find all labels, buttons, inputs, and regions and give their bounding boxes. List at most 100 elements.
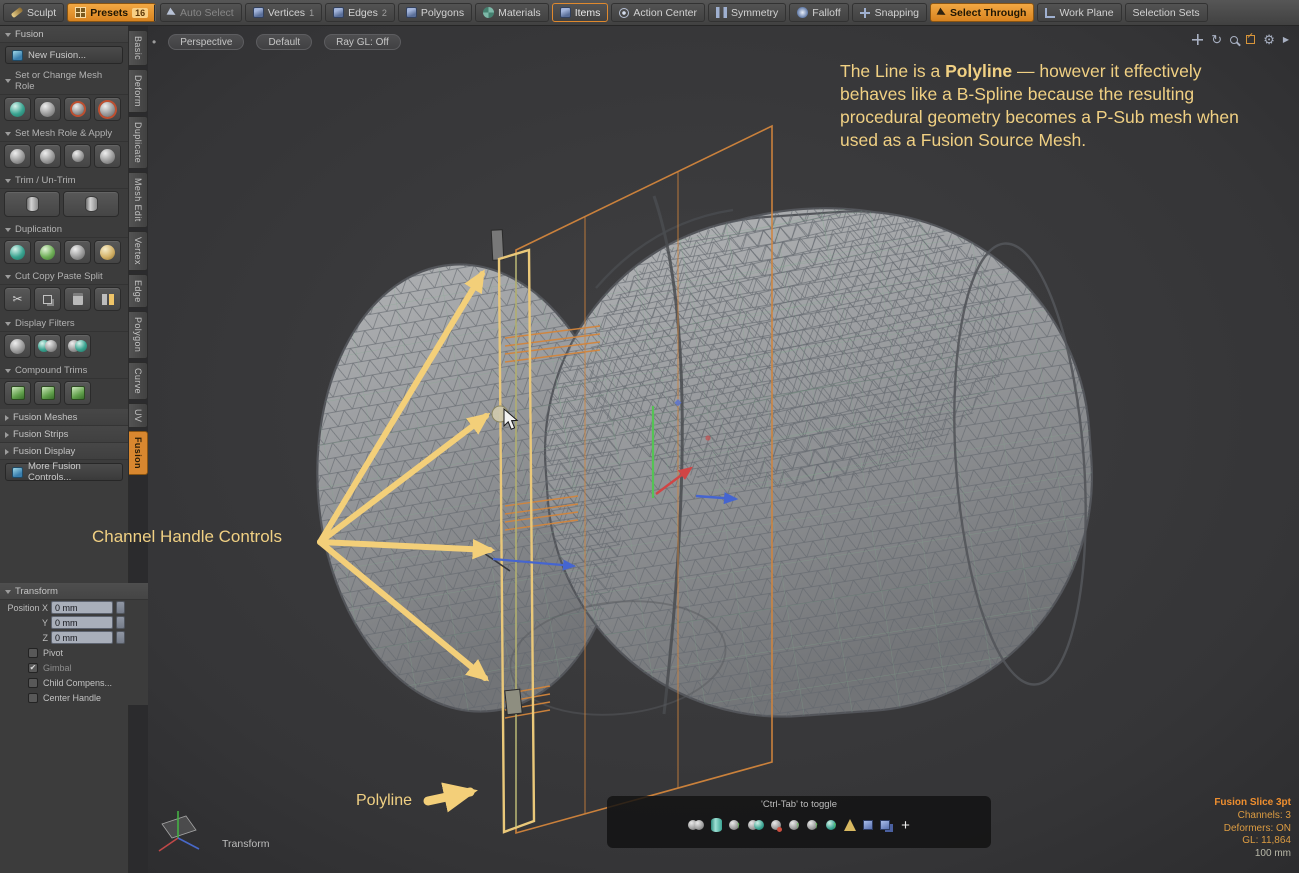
position-y-input[interactable] xyxy=(51,616,113,629)
display-filter-button-2[interactable] xyxy=(34,334,61,358)
tab-uv[interactable]: UV xyxy=(129,403,148,428)
fusion-popup-icon-10[interactable] xyxy=(863,814,873,836)
mesh-role-primary-button[interactable] xyxy=(4,97,31,121)
duplication-button-1[interactable] xyxy=(4,240,31,264)
untrim-button[interactable] xyxy=(63,191,119,217)
cut-button[interactable]: ✂ xyxy=(4,287,31,311)
display-filters-section-header[interactable]: Display Filters xyxy=(0,315,128,332)
toolbar-item-presets[interactable]: Presets 16 xyxy=(67,3,156,22)
fusion-popup-icon-2[interactable] xyxy=(711,814,722,836)
shading-mode-dropdown[interactable]: Default xyxy=(256,34,312,50)
more-fusion-controls-button[interactable]: More Fusion Controls... xyxy=(5,463,123,481)
new-fusion-button[interactable]: New Fusion... xyxy=(5,46,123,64)
fusion-popup-icon-5[interactable] xyxy=(771,814,782,836)
tab-edge[interactable]: Edge xyxy=(129,274,148,309)
value-stepper[interactable] xyxy=(116,601,125,614)
toolbar-item-sculpt[interactable]: Sculpt xyxy=(3,3,64,22)
compound-trim-button-2[interactable] xyxy=(34,381,61,405)
duplication-button-3[interactable] xyxy=(64,240,91,264)
toolbar-item-materials[interactable]: Materials xyxy=(475,3,549,22)
fusion-popup-icon-8[interactable]: ↑ xyxy=(826,814,838,836)
tab-curve[interactable]: Curve xyxy=(129,362,148,400)
role-apply-section-header[interactable]: Set Mesh Role & Apply xyxy=(0,125,128,142)
position-z-input[interactable] xyxy=(51,631,113,644)
mesh-role-trim-button[interactable] xyxy=(34,97,61,121)
polyline-bottom-handle[interactable] xyxy=(505,689,522,714)
toolbar-item-vertices[interactable]: Vertices 1 xyxy=(245,3,322,22)
paste-button[interactable] xyxy=(64,287,91,311)
fusion-section-header[interactable]: Fusion xyxy=(0,26,128,43)
add-tool-button[interactable]: + xyxy=(901,818,910,833)
mesh-role-subtract-button[interactable] xyxy=(64,97,91,121)
tab-vertex[interactable]: Vertex xyxy=(129,231,148,271)
tab-mesh-edit[interactable]: Mesh Edit xyxy=(129,172,148,228)
toolbar-item-symmetry[interactable]: Symmetry xyxy=(708,3,786,22)
toolbar-item-snapping[interactable]: Snapping xyxy=(852,3,927,22)
grid-size: 100 mm xyxy=(1214,848,1291,861)
fusion-popup-icon-1[interactable] xyxy=(688,814,704,836)
menu-dot-icon[interactable]: • xyxy=(152,36,156,48)
role-apply-button-2[interactable] xyxy=(34,144,61,168)
toolbar-item-edges[interactable]: Edges 2 xyxy=(325,3,395,22)
trim-section-header[interactable]: Trim / Un-Trim xyxy=(0,172,128,189)
fusion-strips-row[interactable]: Fusion Strips xyxy=(0,426,128,443)
toolbar-item-polygons[interactable]: Polygons xyxy=(398,3,472,22)
toolbar-item-selection-sets[interactable]: Selection Sets xyxy=(1125,3,1208,22)
role-apply-button-3[interactable] xyxy=(64,144,91,168)
toolbar-item-work-plane[interactable]: Work Plane xyxy=(1037,3,1121,22)
display-filter-button-1[interactable] xyxy=(4,334,31,358)
raygl-dropdown[interactable]: Ray GL: Off xyxy=(324,34,401,50)
compound-trim-button-1[interactable] xyxy=(4,381,31,405)
tab-duplicate[interactable]: Duplicate xyxy=(129,116,148,169)
fusion-popup-icon-6[interactable]: ↑ xyxy=(789,814,801,836)
role-apply-button-1[interactable] xyxy=(4,144,31,168)
toolbar-item-items[interactable]: Items xyxy=(552,3,609,22)
pan-icon[interactable] xyxy=(1192,34,1203,45)
transform-panel-header[interactable]: Transform xyxy=(0,583,148,600)
zoom-icon[interactable] xyxy=(1230,36,1238,44)
fusion-popup-icon-9[interactable] xyxy=(844,814,856,836)
toolbar-item-select-through[interactable]: Select Through xyxy=(930,3,1034,22)
duplication-section-header[interactable]: Duplication xyxy=(0,221,128,238)
fusion-display-row[interactable]: Fusion Display xyxy=(0,443,128,460)
value-stepper[interactable] xyxy=(116,616,125,629)
center-handle-checkbox[interactable] xyxy=(28,693,38,703)
split-button[interactable] xyxy=(94,287,121,311)
fusion-popup-icon-11[interactable] xyxy=(880,814,890,836)
mesh-role-intersect-button[interactable] xyxy=(94,97,121,121)
fusion-meshes-row[interactable]: Fusion Meshes xyxy=(0,409,128,426)
tab-deform[interactable]: Deform xyxy=(129,69,148,113)
view-mode-dropdown[interactable]: Perspective xyxy=(168,34,244,50)
fusion-popup-icon-4[interactable] xyxy=(748,814,764,836)
compound-trims-section-header[interactable]: Compound Trims xyxy=(0,362,128,379)
position-x-input[interactable] xyxy=(51,601,113,614)
toolbar-item-falloff[interactable]: Falloff xyxy=(789,3,848,22)
display-filter-button-3[interactable] xyxy=(64,334,91,358)
gimbal-checkbox[interactable]: ✔ xyxy=(28,663,38,673)
tab-fusion[interactable]: Fusion xyxy=(129,431,148,475)
toolbar-item-auto-select[interactable]: Auto Select xyxy=(160,3,242,22)
mesh-role-section-header[interactable]: Set or Change Mesh Role xyxy=(0,67,128,95)
compound-trim-button-3[interactable] xyxy=(64,381,91,405)
maximize-icon[interactable] xyxy=(1246,35,1255,44)
child-compensate-checkbox[interactable] xyxy=(28,678,38,688)
polyline-top-handle[interactable] xyxy=(491,230,504,261)
fusion-popup-icon-7[interactable]: ↑ xyxy=(807,814,819,836)
duplication-button-2[interactable] xyxy=(34,240,61,264)
gear-icon[interactable]: ⚙ xyxy=(1263,33,1275,46)
role-apply-button-4[interactable] xyxy=(94,144,121,168)
duplication-button-4[interactable] xyxy=(94,240,121,264)
cut-copy-paste-section-header[interactable]: Cut Copy Paste Split xyxy=(0,268,128,285)
value-stepper[interactable] xyxy=(116,631,125,644)
copy-button[interactable] xyxy=(34,287,61,311)
gray-sphere-icon xyxy=(40,102,55,117)
tab-basic[interactable]: Basic xyxy=(129,30,148,66)
toolbar-item-action-center[interactable]: Action Center xyxy=(611,3,705,22)
trim-button[interactable] xyxy=(4,191,60,217)
fusion-popup-icon-3[interactable]: ↑ xyxy=(729,814,741,836)
3d-scene-canvas[interactable] xyxy=(148,26,1299,873)
tab-polygon[interactable]: Polygon xyxy=(129,311,148,358)
pivot-checkbox[interactable] xyxy=(28,648,38,658)
expand-icon[interactable]: ▶ xyxy=(1283,36,1289,44)
rotate-icon[interactable]: ↻ xyxy=(1211,33,1222,46)
